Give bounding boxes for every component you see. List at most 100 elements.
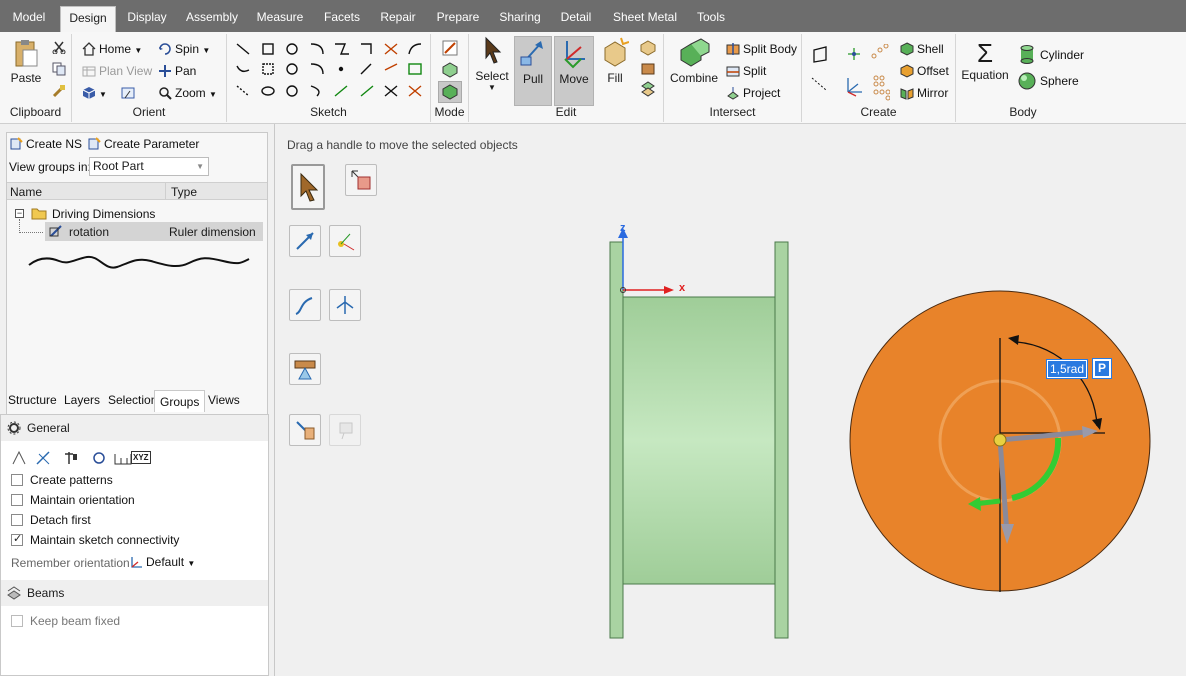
pan-label: Pan (175, 64, 197, 78)
plan-view-label: Plan View (99, 64, 153, 78)
create-ns-label: Create NS (26, 137, 83, 151)
split-body-label: Split Body (743, 42, 798, 56)
create-parameter-button[interactable]: Create Parameter (87, 137, 199, 151)
tab-measure[interactable]: Measure (252, 6, 308, 32)
cylinder-body[interactable] (622, 296, 776, 585)
xyz-option-button[interactable]: XYZ (131, 451, 151, 464)
tab-selection[interactable]: Selection (108, 393, 157, 407)
shell-icon (900, 42, 914, 56)
pan-button[interactable]: Pan (158, 64, 196, 78)
x-axis-label: x (679, 282, 686, 294)
create-parameter-icon (88, 137, 101, 150)
equation-label: Equation (961, 68, 1009, 82)
maintain-sketch-checkbox[interactable]: Maintain sketch connectivity (11, 532, 179, 547)
copy-icon[interactable] (52, 62, 66, 76)
tab-design[interactable]: Design (60, 6, 116, 32)
spin-label: Spin (175, 42, 200, 56)
edit-small-tools-icons[interactable] (639, 40, 657, 102)
tab-assembly[interactable]: Assembly (180, 6, 244, 32)
project-button[interactable]: Project (726, 86, 780, 100)
pull-button[interactable]: Pull (514, 36, 552, 106)
mirror-label: Mirror (917, 86, 949, 100)
chevron-down-icon: ▼ (196, 162, 204, 171)
cut-icon[interactable] (52, 40, 66, 54)
pull-label: Pull (522, 72, 543, 86)
options-panel: General XYZ Create patterns Maintain ori… (0, 414, 269, 676)
name-column-header[interactable]: Name (10, 185, 42, 199)
sphere-button[interactable]: Sphere (1018, 72, 1079, 90)
type-column-header[interactable]: Type (171, 185, 197, 199)
create-ns-button[interactable]: Create NS (9, 137, 82, 151)
cylinder-button[interactable]: Cylinder (1018, 44, 1084, 64)
tree-row-rotation[interactable]: rotation Ruler dimension (45, 222, 263, 241)
tab-facets[interactable]: Facets (318, 6, 366, 32)
shell-button[interactable]: Shell (900, 42, 944, 56)
intersect-group: Combine Split Body Split Project Interse… (664, 34, 802, 122)
tab-prepare[interactable]: Prepare (430, 6, 486, 32)
orientation-dropdown[interactable]: Default ▼ (129, 555, 195, 569)
tab-tools[interactable]: Tools (690, 6, 732, 32)
paste-icon (15, 40, 38, 67)
cylinder-label: Cylinder (1040, 48, 1085, 62)
tab-sharing[interactable]: Sharing (494, 6, 546, 32)
tab-structure[interactable]: Structure (8, 393, 57, 407)
mode-group: Mode (431, 34, 469, 122)
fill-button[interactable]: Fill (597, 36, 633, 104)
create-tools-icons[interactable] (810, 44, 890, 102)
dimension-value-input[interactable]: 1,5rad (1046, 359, 1088, 379)
collapse-toggle[interactable]: − (15, 209, 24, 218)
folder-icon (31, 208, 47, 220)
anchor-point[interactable] (993, 433, 1007, 447)
select-button[interactable]: Select ▼ (471, 36, 513, 104)
sketch-mode-icon[interactable] (442, 40, 458, 56)
offset-button[interactable]: Offset (900, 64, 949, 78)
view-groups-select[interactable]: Root Part ▼ (89, 157, 209, 176)
view-groups-label: View groups in: (9, 160, 91, 174)
paste-button[interactable]: Paste (6, 38, 46, 94)
3d-mode-button[interactable] (438, 81, 462, 103)
zoom-button[interactable]: Zoom ▼ (158, 86, 217, 100)
sketch-tools-icons[interactable] (233, 40, 425, 102)
view-reset-icon[interactable] (120, 86, 138, 102)
tree-item-rotation-label: rotation (69, 225, 110, 239)
tab-layers[interactable]: Layers (64, 393, 100, 407)
viewport[interactable]: Drag a handle to move the selected objec… (276, 124, 1186, 676)
format-painter-icon[interactable] (52, 84, 66, 98)
view-cube-button[interactable]: ▼ (82, 86, 107, 100)
tab-detail[interactable]: Detail (554, 6, 598, 32)
mode-group-label: Mode (434, 105, 465, 119)
tree-item-driving-dimensions[interactable]: Driving Dimensions (52, 207, 155, 221)
maintain-orientation-checkbox[interactable]: Maintain orientation (11, 493, 135, 507)
clipboard-group-label: Clipboard (9, 105, 62, 119)
beams-section-header[interactable]: Beams (1, 580, 268, 606)
move-label: Move (559, 72, 589, 86)
detach-first-checkbox[interactable]: Detach first (11, 513, 91, 527)
section-mode-icon[interactable] (442, 62, 458, 78)
split-body-button[interactable]: Split Body (726, 42, 797, 56)
keep-beam-fixed-checkbox[interactable]: Keep beam fixed (11, 614, 120, 628)
general-section-header[interactable]: General (1, 415, 268, 441)
parameter-badge-button[interactable]: P (1092, 358, 1112, 379)
home-button[interactable]: Home ▼ (82, 42, 142, 56)
tab-groups[interactable]: Groups (154, 390, 206, 412)
right-flange[interactable] (774, 241, 789, 639)
tree-item-rotation-type: Ruler dimension (169, 225, 256, 239)
combine-button[interactable]: Combine (668, 38, 720, 98)
equation-button[interactable]: Σ Equation (960, 38, 1010, 98)
tab-display[interactable]: Display (120, 6, 174, 32)
tab-model[interactable]: Model (4, 6, 54, 32)
left-flange[interactable] (609, 241, 624, 639)
tab-repair[interactable]: Repair (374, 6, 422, 32)
mirror-button[interactable]: Mirror (900, 86, 948, 100)
tab-sheet-metal[interactable]: Sheet Metal (608, 6, 682, 32)
create-patterns-checkbox[interactable]: Create patterns (11, 473, 113, 487)
model-view (609, 228, 1151, 639)
keep-beam-fixed-label: Keep beam fixed (30, 614, 121, 628)
tab-views[interactable]: Views (208, 393, 240, 407)
pull-icon (520, 41, 543, 66)
create-group: Shell Offset Mirror Create (802, 34, 956, 122)
move-button[interactable]: Move (554, 36, 594, 106)
split-button[interactable]: Split (726, 64, 766, 78)
spin-button[interactable]: Spin ▼ (158, 42, 210, 56)
plan-view-button[interactable]: Plan View (82, 64, 152, 78)
